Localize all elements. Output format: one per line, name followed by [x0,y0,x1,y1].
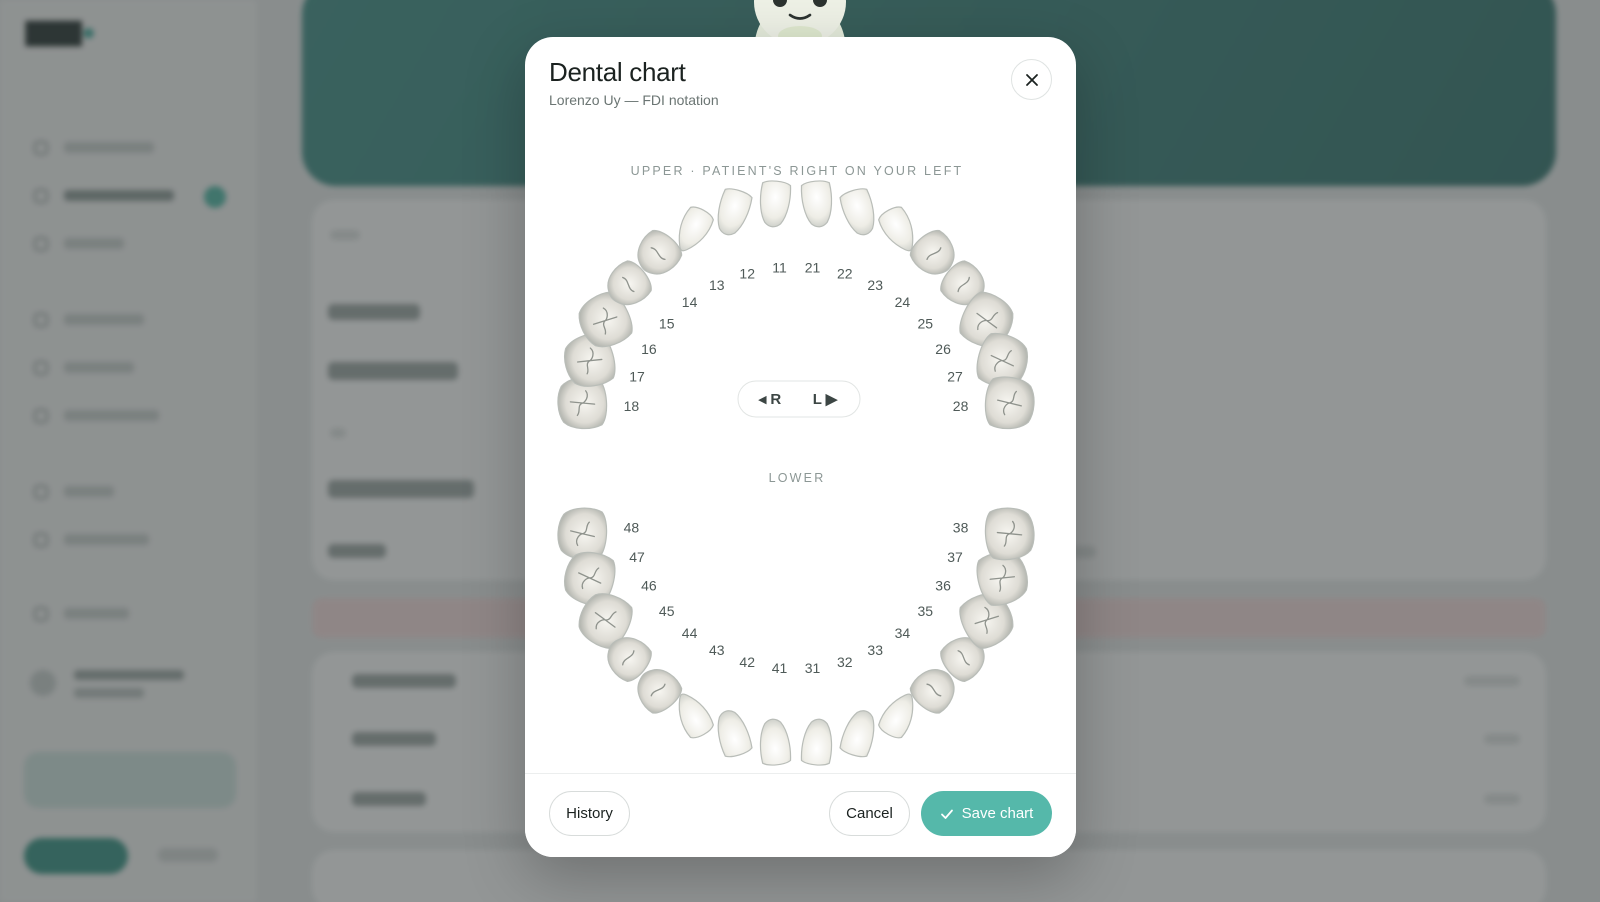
tooth-label-28: 28 [953,398,969,414]
tooth-label-23: 23 [867,277,883,293]
dental-chart-modal: Dental chart Lorenzo Uy — FDI notation U… [525,37,1076,857]
cancel-button[interactable]: Cancel [829,791,910,836]
tooth-label-42: 42 [739,654,755,670]
tooth-label-46: 46 [641,578,657,594]
tooth-label-32: 32 [837,654,853,670]
tooth-label-31: 31 [805,660,821,676]
tooth-label-16: 16 [641,341,657,357]
tooth-label-18: 18 [624,398,640,414]
tooth-11[interactable] [758,180,792,228]
tooth-label-17: 17 [629,369,645,385]
toggle-right-label[interactable]: ◂ R [758,391,782,408]
orientation-toggle[interactable]: ◂ R L ▶ [737,380,861,418]
tooth-41-crown [759,718,792,766]
tooth-label-11: 11 [772,260,787,276]
tooth-32[interactable] [838,707,880,759]
close-icon [1025,73,1038,86]
tooth-11-crown [759,180,792,228]
tooth-label-15: 15 [659,316,675,332]
tooth-31-crown [800,718,833,766]
tooth-label-12: 12 [739,265,755,281]
tooth-label-24: 24 [895,294,911,310]
tooth-label-43: 43 [709,642,725,658]
tooth-42-crown [717,710,753,758]
toggle-left-label[interactable]: L ▶ [813,391,839,408]
tooth-label-45: 45 [659,603,675,619]
history-button[interactable]: History [549,791,630,836]
lower-arch-label: LOWER [769,471,826,485]
check-icon [940,809,953,819]
dental-chart: UPPER · PATIENT'S RIGHT ON YOUR LEFT LOW… [549,123,1052,771]
tooth-label-27: 27 [947,369,963,385]
tooth-21[interactable] [800,180,834,228]
tooth-label-26: 26 [935,341,951,357]
tooth-22-crown [839,188,875,236]
modal-footer: History Cancel Save chart [525,773,1076,857]
tooth-32-crown [839,710,875,758]
save-chart-label: Save chart [961,805,1034,822]
tooth-label-47: 47 [629,549,645,565]
tooth-31[interactable] [800,718,834,766]
tooth-label-35: 35 [918,603,934,619]
modal-title: Dental chart [549,57,686,87]
tooth-22[interactable] [838,186,880,238]
tooth-label-44: 44 [682,625,698,641]
tooth-42[interactable] [712,707,754,759]
tooth-41[interactable] [758,718,792,766]
tooth-label-37: 37 [947,549,963,565]
tooth-label-34: 34 [895,625,911,641]
tooth-12-crown [717,188,753,236]
tooth-label-36: 36 [935,578,951,594]
tooth-38[interactable] [984,506,1036,561]
upper-arch-label: UPPER · PATIENT'S RIGHT ON YOUR LEFT [631,164,964,178]
tooth-12[interactable] [712,186,754,238]
tooth-label-22: 22 [837,265,853,281]
modal-subtitle: Lorenzo Uy — FDI notation [549,92,719,108]
tooth-label-14: 14 [682,294,698,310]
tooth-label-41: 41 [772,660,788,676]
tooth-label-48: 48 [624,519,640,535]
close-button[interactable] [1011,59,1052,100]
tooth-label-21: 21 [805,260,821,276]
save-chart-button[interactable]: Save chart [921,791,1052,836]
dental-chart-svg: UPPER · PATIENT'S RIGHT ON YOUR LEFT LOW… [557,164,1036,766]
tooth-21-crown [800,180,833,228]
tooth-label-13: 13 [709,277,725,293]
tooth-label-33: 33 [867,642,883,658]
lower-arch: 48 47 4645 44 43 42 41 31 32 33 34 3536 37 38 [557,506,1036,766]
tooth-28[interactable] [984,376,1036,431]
tooth-label-38: 38 [953,519,969,535]
tooth-label-25: 25 [918,316,934,332]
